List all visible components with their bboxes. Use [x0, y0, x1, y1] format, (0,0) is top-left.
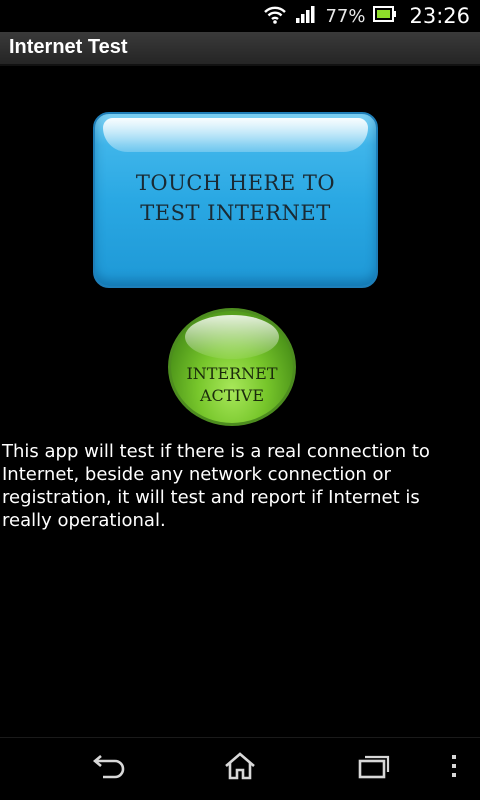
wifi-icon [263, 4, 287, 28]
status-bar: 77% 23:26 [0, 0, 480, 32]
home-icon [223, 751, 257, 785]
battery-icon [373, 6, 397, 26]
overflow-menu-button[interactable] [434, 750, 474, 786]
recent-apps-icon [357, 753, 391, 783]
status-icons: 77% 23:26 [255, 0, 470, 32]
app-bar: Internet Test [0, 32, 480, 66]
app-title: Internet Test [9, 36, 128, 58]
status-line-1: INTERNET [186, 364, 278, 383]
status-indicator-label: INTERNET ACTIVE [171, 363, 293, 407]
back-button[interactable] [88, 750, 128, 786]
screen: 77% 23:26 Internet Test TOUCH HERE TO TE… [0, 0, 480, 800]
orb-gloss [185, 315, 279, 359]
battery-percent: 77% [325, 5, 366, 27]
button-gloss [103, 118, 368, 152]
clock: 23:26 [409, 4, 470, 28]
home-button[interactable] [220, 750, 260, 786]
signal-icon [295, 4, 317, 28]
recent-apps-button[interactable] [354, 750, 394, 786]
test-button-line-1: TOUCH HERE TO [135, 171, 336, 195]
test-button-line-2: TEST INTERNET [140, 201, 331, 225]
internet-status-indicator: INTERNET ACTIVE [168, 308, 296, 426]
status-line-2: ACTIVE [199, 386, 265, 405]
overflow-menu-icon [450, 753, 458, 783]
test-internet-button[interactable]: TOUCH HERE TO TEST INTERNET [93, 112, 378, 288]
navigation-bar [0, 737, 480, 800]
test-button-label: TOUCH HERE TO TEST INTERNET [95, 168, 376, 228]
app-description: This app will test if there is a real co… [2, 441, 430, 531]
back-icon [91, 753, 125, 783]
